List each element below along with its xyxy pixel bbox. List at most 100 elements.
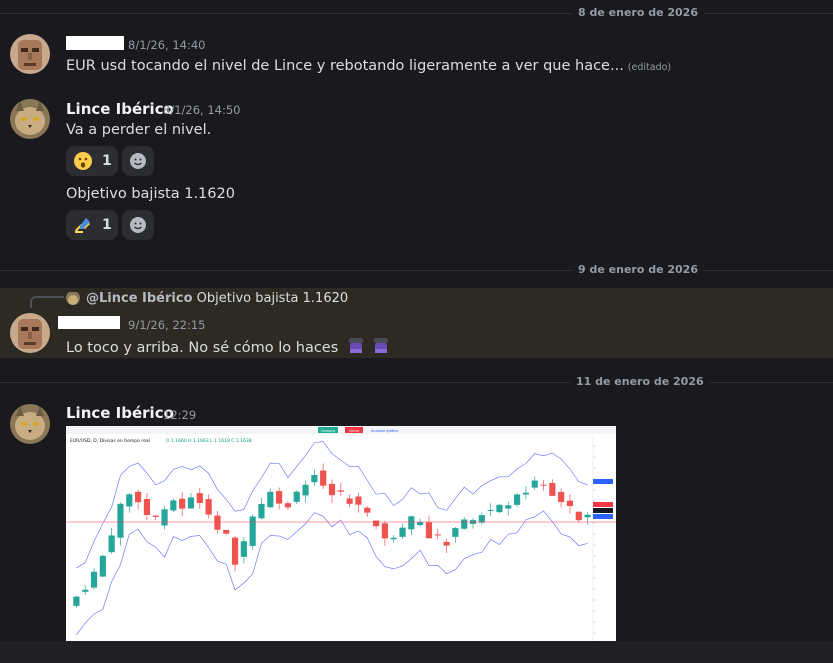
- message-timestamp: 8/1/26, 14:50: [163, 103, 241, 117]
- candle-body: [196, 493, 203, 503]
- candle-body: [135, 491, 142, 503]
- message-timestamp: 12:29: [163, 408, 197, 422]
- custom-emoji-icon: [372, 337, 390, 359]
- candle-body: [214, 515, 221, 530]
- candle-body: [126, 494, 133, 507]
- message-timestamp: 9/1/26, 22:15: [128, 318, 206, 332]
- reaction-writing-hand[interactable]: 1: [66, 210, 118, 240]
- smile-icon: [130, 217, 146, 233]
- date-divider-label: 11 de enero de 2026: [570, 375, 710, 389]
- reaction-hushed-face[interactable]: 1: [66, 146, 118, 176]
- candle-body: [320, 470, 327, 486]
- reply-avatar-lince: [66, 291, 80, 305]
- date-divider-label: 8 de enero de 2026: [572, 6, 704, 20]
- candle-body: [302, 484, 309, 496]
- candle-body: [425, 522, 433, 539]
- chart-canvas: Compra Venta Analizar gráfico EUR/USD, D…: [66, 426, 616, 643]
- author-name[interactable]: Lince Ibérico: [66, 404, 174, 422]
- candle-body: [231, 537, 239, 565]
- bollinger-lower-band: [76, 510, 588, 636]
- custom-emoji-icon: [347, 337, 365, 359]
- message-text: Va a perder el nivel.: [66, 122, 212, 138]
- sell-label: Venta: [349, 429, 359, 433]
- candle-body: [240, 541, 247, 557]
- candle-body: [337, 490, 344, 492]
- candle-body: [575, 511, 582, 521]
- reaction-count: 1: [102, 153, 112, 169]
- add-reaction-button[interactable]: [122, 146, 154, 176]
- candle-body: [328, 483, 336, 496]
- bollinger-upper-band: [76, 441, 588, 569]
- candle-body: [558, 491, 565, 503]
- candle-body: [223, 529, 230, 534]
- candle-body: [311, 474, 318, 483]
- candle-body: [390, 537, 397, 540]
- reply-author: @Lince Ibérico: [86, 291, 193, 306]
- hushed-face-icon: [72, 150, 94, 172]
- candle-body: [152, 515, 159, 517]
- candle-body: [82, 589, 89, 592]
- candle-body: [355, 496, 362, 505]
- analyze-label[interactable]: Analizar gráfico: [371, 429, 398, 433]
- candle-body: [478, 515, 485, 523]
- candle-body: [170, 500, 177, 511]
- avatar[interactable]: [10, 34, 50, 74]
- add-reaction-button[interactable]: [122, 210, 154, 240]
- candle-body: [452, 528, 459, 537]
- candle-body: [434, 534, 441, 536]
- candle-body: [364, 507, 371, 513]
- message-content: Lo toco y arriba. No sé cómo lo haces: [66, 340, 339, 356]
- candle-body: [108, 535, 115, 553]
- message-content: EUR usd tocando el nivel de Lince y rebo…: [66, 58, 624, 74]
- candle-body: [443, 541, 450, 546]
- candle-body: [276, 491, 283, 504]
- candle-body: [417, 522, 424, 526]
- reply-preview[interactable]: @Lince Ibérico Objetivo bajista 1.1620: [86, 291, 348, 306]
- candle-body: [346, 498, 353, 504]
- candle-body: [293, 491, 300, 502]
- message-text: Objetivo bajista 1.1620: [66, 186, 235, 202]
- candle-body: [117, 503, 124, 538]
- candle-body: [514, 494, 521, 505]
- avatar[interactable]: [10, 313, 50, 353]
- author-name[interactable]: Lince Ibérico: [66, 100, 174, 118]
- candle-body: [461, 519, 468, 529]
- reaction-count: 1: [102, 217, 112, 233]
- candle-body: [381, 523, 388, 539]
- candle-body: [249, 516, 256, 546]
- chart-ohlc: O 1.1660 H 1.1663 L 1.1618 C 1.1638: [166, 438, 252, 444]
- candle-body: [161, 509, 168, 526]
- candle-body: [584, 514, 591, 518]
- reply-connector: [30, 296, 64, 308]
- candle-body: [258, 503, 265, 519]
- candle-body: [531, 480, 538, 488]
- candle-body: [566, 500, 574, 507]
- redacted-username: [58, 316, 120, 329]
- message-text: EUR usd tocando el nivel de Lince y rebo…: [66, 58, 671, 74]
- candle-body: [408, 516, 415, 530]
- candle-body: [399, 527, 406, 537]
- candle-body: [179, 498, 186, 509]
- candle-body: [496, 504, 503, 513]
- candle-body: [284, 503, 292, 508]
- date-divider-label: 9 de enero de 2026: [572, 263, 704, 277]
- candle-body: [522, 492, 529, 495]
- candle-body: [205, 499, 212, 515]
- candle-body: [187, 497, 195, 509]
- message-text: Lo toco y arriba. No sé cómo lo haces: [66, 337, 390, 359]
- bottom-bar: [0, 641, 833, 663]
- reply-text: Objetivo bajista 1.1620: [196, 291, 349, 306]
- buy-label: Compra: [321, 429, 335, 433]
- candle-body: [487, 509, 494, 511]
- avatar-lince[interactable]: [10, 99, 50, 139]
- avatar-lince[interactable]: [10, 404, 50, 444]
- date-divider-1: [0, 13, 833, 14]
- redacted-username: [66, 36, 124, 50]
- candle-body: [549, 483, 556, 496]
- chart-attachment[interactable]: Compra Venta Analizar gráfico EUR/USD, D…: [66, 426, 616, 643]
- smile-icon: [130, 153, 146, 169]
- message-timestamp: 8/1/26, 14:40: [128, 38, 206, 52]
- candle-body: [540, 484, 547, 486]
- candle-body: [505, 505, 512, 509]
- candle-body: [372, 520, 380, 527]
